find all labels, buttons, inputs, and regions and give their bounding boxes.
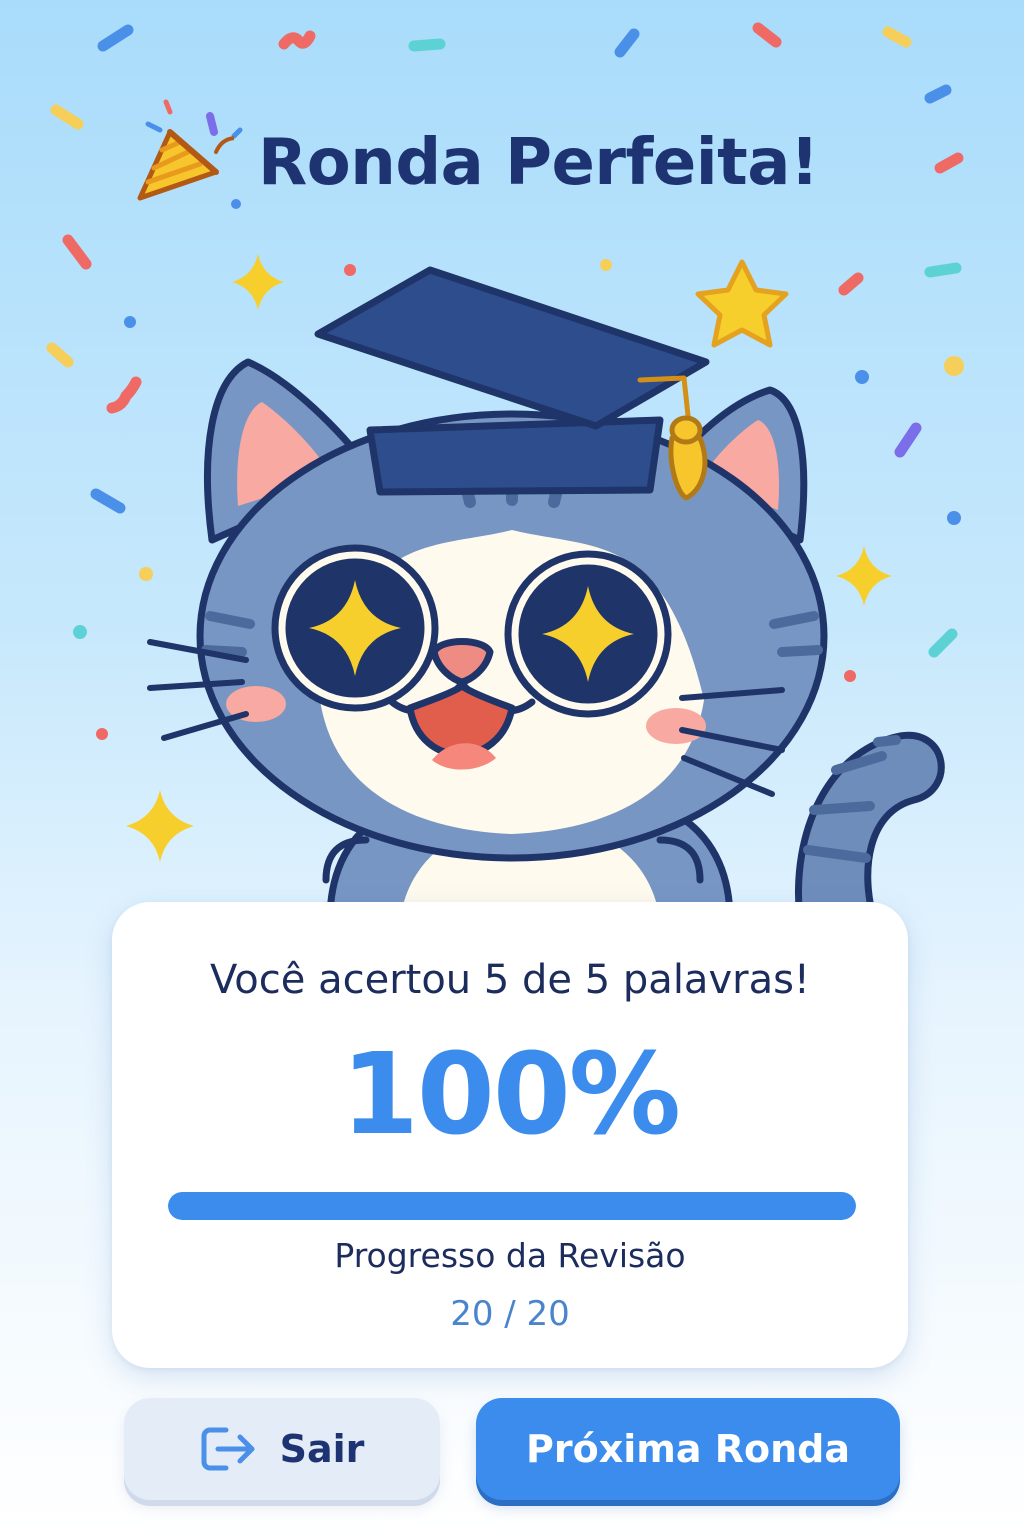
review-progress-label: Progresso da Revisão: [334, 1236, 686, 1275]
next-round-button[interactable]: Próxima Ronda: [476, 1398, 900, 1500]
review-progress-fill: [168, 1192, 856, 1220]
result-message: Você acertou 5 de 5 palavras!: [210, 957, 810, 1003]
page-title: Ronda Perfeita!: [258, 126, 819, 200]
review-progress-count: 20 / 20: [450, 1294, 570, 1334]
score-percent: 100%: [340, 1030, 681, 1160]
graduation-cap-icon: [314, 266, 710, 501]
exit-button[interactable]: Sair: [124, 1398, 440, 1500]
cat-mascot: [147, 266, 945, 920]
result-card: Você acertou 5 de 5 palavras! 100% Progr…: [112, 902, 908, 1368]
review-progress-bar: [168, 1192, 856, 1220]
next-round-button-label: Próxima Ronda: [526, 1427, 850, 1471]
party-popper-icon: [137, 129, 234, 201]
exit-button-label: Sair: [279, 1427, 365, 1471]
exit-icon: [201, 1427, 255, 1471]
title-row: Ronda Perfeita!: [130, 108, 819, 218]
